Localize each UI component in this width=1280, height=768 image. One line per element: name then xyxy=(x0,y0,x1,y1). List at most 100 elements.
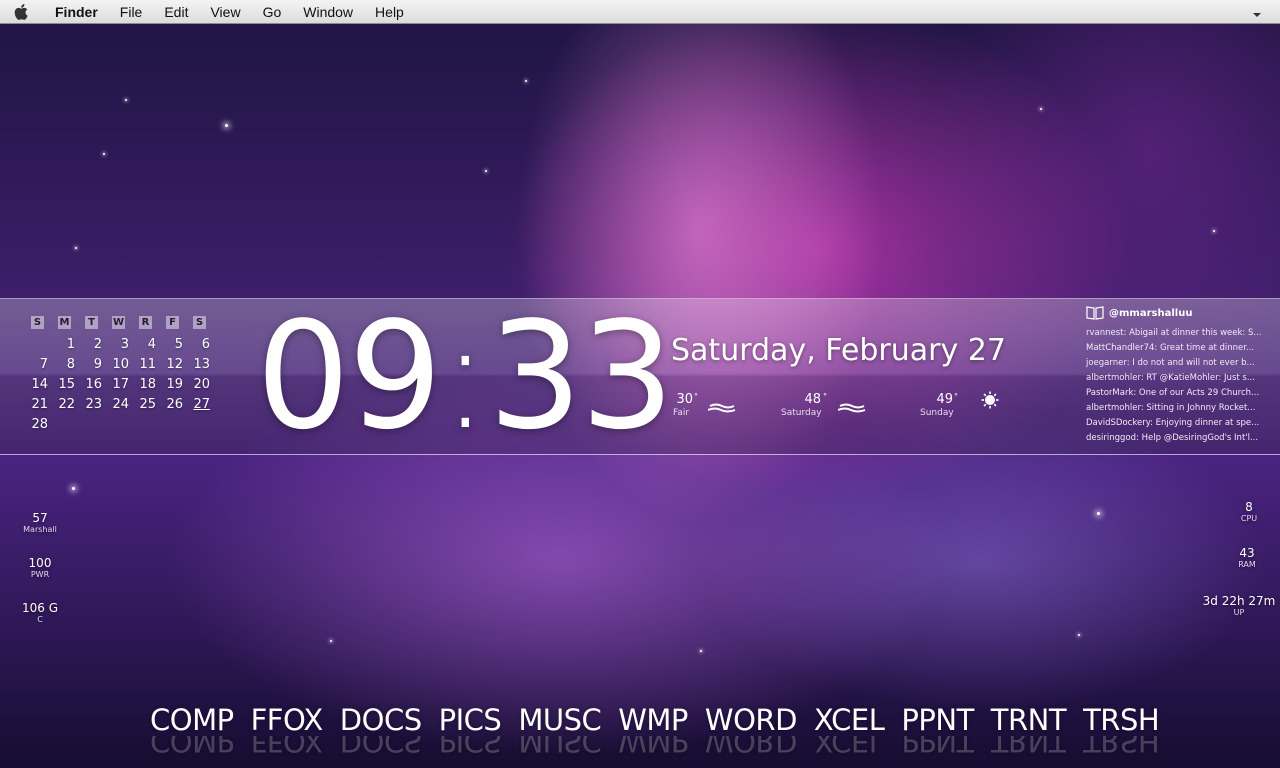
launcher-ppnt[interactable]: PPNT xyxy=(901,703,974,737)
stat-label: Marshall xyxy=(23,525,57,534)
launcher-trnt[interactable]: TRNT xyxy=(991,703,1067,737)
calendar-day: 20 xyxy=(193,377,210,392)
stat-uptime: 3d 22h 27m UP xyxy=(1200,594,1278,617)
launcher-xcel[interactable]: XCEL xyxy=(814,703,885,737)
calendar-day xyxy=(162,417,189,433)
calendar-day: 21 xyxy=(31,397,48,412)
star xyxy=(1213,230,1215,232)
calendar-day: 14 xyxy=(31,377,48,392)
tweet-list: rvannest: Abigail at dinner this week: S… xyxy=(1086,326,1264,446)
stat-ram: 43 RAM xyxy=(1222,546,1272,569)
calendar-day: 18 xyxy=(139,377,156,392)
calendar-day: 9 xyxy=(93,357,102,372)
calendar-day xyxy=(81,417,108,433)
launcher-comp[interactable]: COMP xyxy=(150,703,234,737)
calendar-widget: S M T W R F S 1 2 3 4 5 6 7 8 9 10 11 12… xyxy=(27,316,213,433)
calendar-weekdays: S M T W R F S xyxy=(27,316,213,329)
stat-label: C xyxy=(37,615,43,624)
tweet-item[interactable]: DavidSDockery: Enjoying dinner at spe... xyxy=(1086,416,1264,431)
menu-window[interactable]: Window xyxy=(292,4,364,20)
twitter-header[interactable]: @mmarshalluu xyxy=(1086,304,1264,322)
calendar-day: 15 xyxy=(58,377,75,392)
launcher-musc[interactable]: MUSC xyxy=(518,703,601,737)
calendar-day xyxy=(135,417,162,433)
calendar-day: 2 xyxy=(93,337,102,352)
clock-minutes: 33 xyxy=(488,290,674,462)
tweet-item[interactable]: albertmohler: RT @KatieMohler: Just s... xyxy=(1086,371,1264,386)
calendar-day: 28 xyxy=(31,417,48,432)
calendar-day: 1 xyxy=(66,337,75,352)
launcher-trsh[interactable]: TRSH xyxy=(1083,703,1160,737)
stat-value: 8 xyxy=(1245,500,1253,514)
tweet-item[interactable]: PastorMark: One of our Acts 29 Church... xyxy=(1086,386,1264,401)
calendar-day: 13 xyxy=(193,357,210,372)
star xyxy=(75,247,77,249)
launcher-wmp[interactable]: WMP xyxy=(618,703,688,737)
weather-temp: 48 xyxy=(804,392,821,407)
calendar-day: 24 xyxy=(112,397,129,412)
stat-label: CPU xyxy=(1240,514,1258,523)
calendar-day: 19 xyxy=(166,377,183,392)
menu-bar: Finder File Edit View Go Window Help xyxy=(0,0,1280,24)
twitter-handle: @mmarshalluu xyxy=(1109,307,1193,319)
calendar-day-today: 27 xyxy=(193,397,210,412)
menu-edit[interactable]: Edit xyxy=(153,4,199,20)
star xyxy=(525,80,527,82)
weekday-label: R xyxy=(139,316,152,329)
star xyxy=(103,153,105,155)
date-label: Saturday, February 27 xyxy=(671,333,1006,368)
star xyxy=(72,487,75,490)
star xyxy=(225,124,228,127)
calendar-day: 25 xyxy=(139,397,156,412)
clock-hours: 09 xyxy=(256,290,442,462)
calendar-days: 1 2 3 4 5 6 7 8 9 10 11 12 13 14 15 16 1… xyxy=(27,337,213,433)
weather-saturday: 48 ° Saturday xyxy=(781,392,827,418)
weekday-label: M xyxy=(58,316,71,329)
weekday-label: T xyxy=(85,316,98,329)
menu-finder[interactable]: Finder xyxy=(44,4,109,20)
tweet-item[interactable]: desiringgod: Help @DesiringGod's Int'l..… xyxy=(1086,431,1264,446)
weather-label: Saturday xyxy=(781,408,822,418)
stat-marshall: 57 Marshall xyxy=(14,511,66,534)
apple-menu[interactable] xyxy=(0,3,44,21)
cloud-icon xyxy=(707,400,736,419)
stat-label: UP xyxy=(1233,608,1245,617)
star xyxy=(1078,634,1080,636)
menu-extras-dropdown[interactable] xyxy=(1252,6,1262,22)
star xyxy=(125,99,127,101)
calendar-day: 3 xyxy=(120,337,129,352)
weekday-label: S xyxy=(193,316,206,329)
weekday-label: W xyxy=(112,316,125,329)
stat-value: 3d 22h 27m xyxy=(1202,594,1276,608)
calendar-day: 4 xyxy=(147,337,156,352)
degree-symbol: ° xyxy=(694,392,698,401)
sun-icon xyxy=(981,391,999,413)
menu-file[interactable]: File xyxy=(109,4,154,20)
cloud-icon xyxy=(837,400,866,419)
launcher-ffox[interactable]: FFOX xyxy=(251,703,324,737)
calendar-day: 7 xyxy=(39,357,48,372)
twitter-widget: @mmarshalluu rvannest: Abigail at dinner… xyxy=(1086,304,1264,446)
weekday-label: S xyxy=(31,316,44,329)
tweet-item[interactable]: joegarner: I do not and will not ever b.… xyxy=(1086,356,1264,371)
calendar-day: 12 xyxy=(166,357,183,372)
menu-help[interactable]: Help xyxy=(364,4,415,20)
menu-go[interactable]: Go xyxy=(252,4,293,20)
launcher-word[interactable]: WORD xyxy=(705,703,797,737)
tweet-item[interactable]: MattChandler74: Great time at dinner... xyxy=(1086,341,1264,356)
calendar-day xyxy=(108,417,135,433)
tweet-item[interactable]: albertmohler: Sitting in Johnny Rocket..… xyxy=(1086,401,1264,416)
calendar-day: 8 xyxy=(66,357,75,372)
star xyxy=(485,170,487,172)
menu-view[interactable]: View xyxy=(199,4,251,20)
clock-display: 09:33 xyxy=(256,290,675,462)
star xyxy=(700,650,702,652)
apple-icon xyxy=(14,3,28,20)
tweet-item[interactable]: rvannest: Abigail at dinner this week: S… xyxy=(1086,326,1264,341)
stat-label: RAM xyxy=(1238,560,1256,569)
calendar-day: 22 xyxy=(58,397,75,412)
launcher-docs[interactable]: DOCS xyxy=(340,703,422,737)
launcher-pics[interactable]: PICS xyxy=(439,703,502,737)
weather-temp: 30 xyxy=(676,392,693,407)
star xyxy=(1097,512,1100,515)
